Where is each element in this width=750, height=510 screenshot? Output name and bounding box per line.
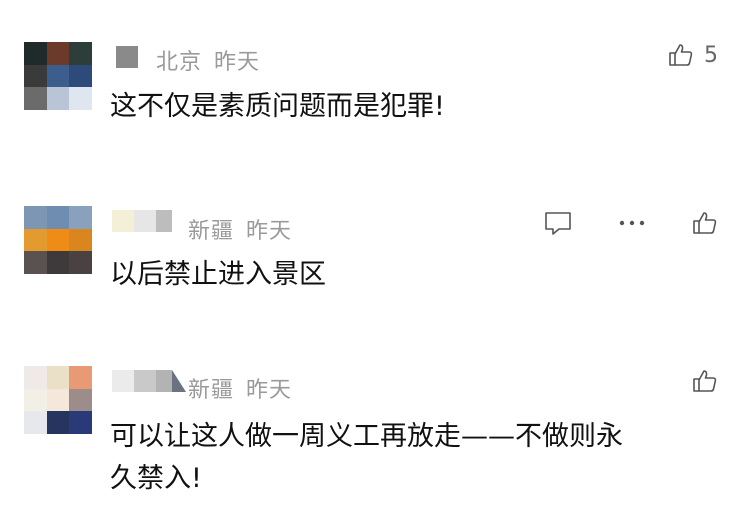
avatar[interactable] [24, 366, 92, 434]
like-button[interactable]: 5 [668, 42, 718, 68]
username[interactable] [116, 46, 138, 68]
thumbs-up-icon [668, 42, 694, 68]
thumbs-up-icon[interactable] [692, 210, 718, 236]
location: 新疆 [188, 378, 235, 403]
comment-text: 这不仅是素质问题而是犯罪! [110, 91, 445, 122]
comment-text: 以后禁止进入景区 [110, 259, 326, 290]
thumbs-up-icon[interactable] [692, 368, 718, 394]
timestamp: 昨天 [214, 50, 261, 75]
like-count: 5 [704, 42, 718, 68]
username[interactable] [112, 370, 186, 392]
avatar[interactable] [24, 206, 92, 274]
comment-actions [692, 368, 718, 394]
avatar[interactable] [24, 42, 92, 110]
comment-actions: 5 [668, 42, 718, 68]
comment-text-line-1: 可以让这人做一周义工再放走——不做则永 [110, 421, 623, 452]
location: 新疆 [188, 219, 235, 244]
comment-actions [544, 210, 718, 236]
comment-meta: 北京 昨天 [156, 44, 260, 76]
more-icon[interactable] [618, 210, 646, 236]
comment-meta: 新疆 昨天 [188, 372, 292, 404]
location: 北京 [156, 50, 203, 75]
comment-meta: 新疆 昨天 [188, 213, 292, 245]
timestamp: 昨天 [246, 219, 293, 244]
comment-text-line-2: 久禁入! [110, 463, 202, 494]
reply-icon[interactable] [544, 210, 572, 236]
timestamp: 昨天 [246, 378, 293, 403]
username[interactable] [112, 210, 172, 232]
